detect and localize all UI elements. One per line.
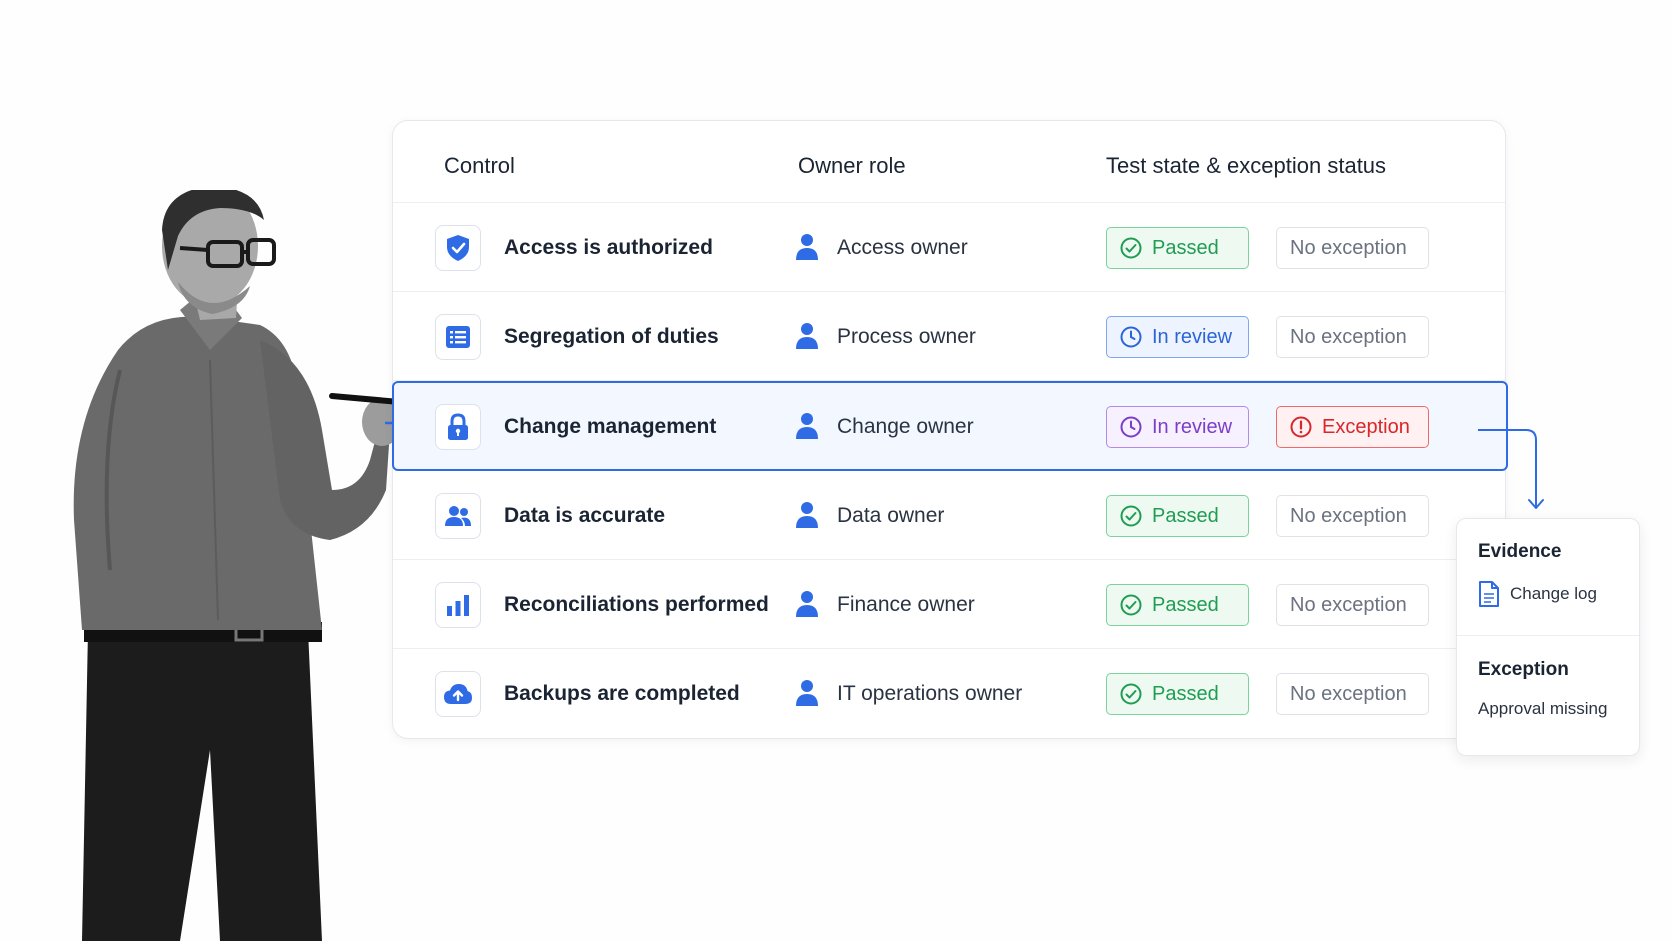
check-circle-icon	[1120, 683, 1142, 705]
test-state-label: Passed	[1152, 236, 1219, 259]
check-circle-icon	[1120, 594, 1142, 616]
test-state-badge[interactable]: Passed	[1106, 673, 1249, 715]
test-state-label: Passed	[1152, 593, 1219, 616]
evidence-title: Evidence	[1478, 541, 1562, 562]
owner-role: Data owner	[837, 504, 945, 527]
person-illustration	[73, 190, 420, 941]
document-icon	[1479, 581, 1499, 607]
person-icon	[796, 502, 818, 528]
exception-status-label: No exception	[1290, 593, 1407, 616]
test-state-badge[interactable]: In review	[1106, 406, 1249, 448]
exception-status-badge[interactable]: No exception	[1276, 316, 1429, 358]
clock-icon	[1120, 326, 1142, 348]
person-icon	[796, 680, 818, 706]
detail-panel: Evidence Change log Exception Approval m…	[1456, 518, 1640, 756]
lock-icon	[435, 404, 481, 450]
test-state-label: In review	[1152, 325, 1233, 348]
cloud-upload-icon	[435, 671, 481, 717]
check-circle-icon	[1120, 237, 1142, 259]
test-state-badge[interactable]: Passed	[1106, 227, 1249, 269]
exception-status-badge[interactable]: Exception	[1276, 406, 1429, 448]
control-name: Access is authorized	[504, 236, 713, 259]
owner-role: Change owner	[837, 415, 974, 438]
table-row[interactable]: Segregation of duties Process owner In r…	[393, 292, 1505, 381]
person-icon	[796, 413, 818, 439]
control-name: Change management	[504, 415, 717, 438]
clock-icon	[1120, 416, 1142, 438]
users-icon	[435, 493, 481, 539]
table-header: Control Owner role Test state & exceptio…	[393, 121, 1505, 203]
evidence-link[interactable]: Change log	[1478, 581, 1597, 607]
column-header-owner-role[interactable]: Owner role	[798, 153, 906, 179]
owner-role: Finance owner	[837, 593, 975, 616]
exception-title: Exception	[1478, 659, 1569, 680]
control-name: Reconciliations performed	[504, 593, 769, 616]
exception-status-label: No exception	[1290, 682, 1407, 705]
test-state-badge[interactable]: In review	[1106, 316, 1249, 358]
control-name: Backups are completed	[504, 682, 740, 705]
owner-role: Process owner	[837, 325, 976, 348]
exception-status-badge[interactable]: No exception	[1276, 495, 1429, 537]
table-row[interactable]: Data is accurate Data owner Passed No ex…	[393, 471, 1505, 560]
person-icon	[796, 323, 818, 349]
column-header-control[interactable]: Control	[444, 153, 515, 179]
control-name: Data is accurate	[504, 504, 666, 527]
table-row[interactable]: Reconciliations performed Finance owner …	[393, 560, 1505, 649]
test-state-badge[interactable]: Passed	[1106, 584, 1249, 626]
evidence-section: Evidence Change log	[1457, 519, 1639, 636]
connector-arrow-icon	[1478, 429, 1544, 509]
check-circle-icon	[1120, 505, 1142, 527]
test-state-label: Passed	[1152, 504, 1219, 527]
owner-role: Access owner	[837, 236, 968, 259]
owner-role: IT operations owner	[837, 682, 1023, 705]
table-row[interactable]: Access is authorized Access owner Passed…	[393, 203, 1505, 292]
alert-circle-icon	[1290, 416, 1312, 438]
exception-status-badge[interactable]: No exception	[1276, 227, 1429, 269]
exception-status-label: No exception	[1290, 236, 1407, 259]
exception-status-label: No exception	[1290, 504, 1407, 527]
exception-status-badge[interactable]: No exception	[1276, 584, 1429, 626]
person-icon	[796, 234, 818, 260]
list-icon	[435, 314, 481, 360]
table-row-selected[interactable]: Change management Change owner In review…	[392, 381, 1508, 471]
test-state-label: Passed	[1152, 682, 1219, 705]
shield-check-icon	[435, 225, 481, 271]
person-icon	[796, 591, 818, 617]
exception-status-label: No exception	[1290, 325, 1407, 348]
table-row[interactable]: Backups are completed IT operations owne…	[393, 649, 1505, 738]
test-state-badge[interactable]: Passed	[1106, 495, 1249, 537]
column-header-test-state[interactable]: Test state & exception status	[1106, 153, 1386, 179]
bar-chart-icon	[435, 582, 481, 628]
exception-status-label: Exception	[1322, 415, 1410, 438]
controls-table: Control Owner role Test state & exceptio…	[392, 120, 1508, 739]
exception-text: Approval missing	[1478, 699, 1608, 718]
evidence-item-label: Change log	[1510, 584, 1597, 603]
control-name: Segregation of duties	[504, 325, 719, 348]
exception-status-badge[interactable]: No exception	[1276, 673, 1429, 715]
test-state-label: In review	[1152, 415, 1233, 438]
